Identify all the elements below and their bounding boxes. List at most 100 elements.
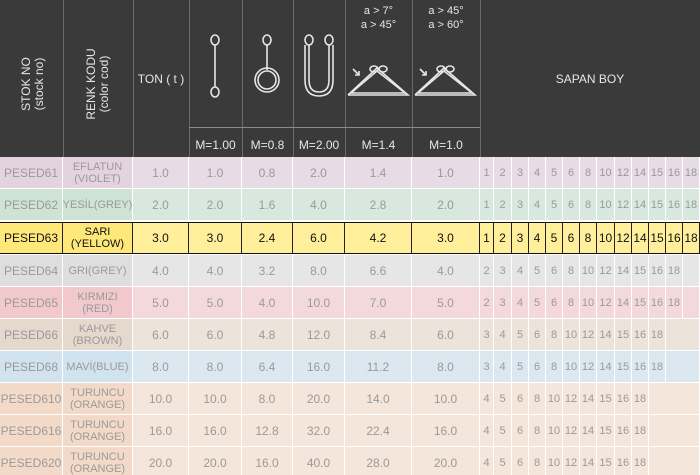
length-cell: 2 <box>494 222 512 254</box>
length-cell: 2 <box>480 287 494 319</box>
length-cell: 4 <box>529 157 546 189</box>
length-cell: 5 <box>512 351 529 383</box>
capacity-cell: 8.0 <box>412 351 480 383</box>
length-filler <box>649 415 700 447</box>
length-cell: 10 <box>546 447 563 475</box>
length-cell: 18 <box>649 319 666 351</box>
m-value-header: M=1.00 <box>195 138 236 152</box>
stock-no-header: STOK NO (stock no) <box>19 57 46 111</box>
length-cell: 10 <box>580 287 597 319</box>
length-cell: 16 <box>632 319 649 351</box>
length-cell: 18 <box>666 287 683 319</box>
capacity-cell: 8.4 <box>345 319 412 351</box>
capacity-cell: 22.4 <box>345 415 412 447</box>
color-name-en: (VIOLET) <box>74 172 121 185</box>
length-cell: 18 <box>649 351 666 383</box>
capacity-cell: 12.8 <box>242 415 293 447</box>
length-cell: 14 <box>580 415 597 447</box>
length-filler <box>683 255 700 287</box>
length-cell: 14 <box>615 255 632 287</box>
capacity-cell: 14.0 <box>345 383 412 415</box>
ton-cell: 8.0 <box>133 351 189 383</box>
length-cell: 6 <box>529 319 546 351</box>
length-cell: 16 <box>615 447 632 475</box>
color-name-en: (YELLOW) <box>70 237 125 250</box>
color-code-cell: KAHVE (BROWN) <box>63 319 133 351</box>
length-cell: 16 <box>666 222 683 254</box>
table-row: PESED66 KAHVE (BROWN) 6.0 6.0 4.8 12.0 8.4 6.0 3 4… <box>0 319 700 351</box>
capacity-cell: 4.8 <box>242 319 293 351</box>
length-cell: 3 <box>480 351 494 383</box>
length-cell: 14 <box>615 287 632 319</box>
length-cell: 16 <box>666 157 683 189</box>
m-value-header: M=1.0 <box>429 138 463 152</box>
capacity-cell: 2.0 <box>293 157 345 189</box>
length-cell: 5 <box>494 447 512 475</box>
capacity-cell: 1.0 <box>412 157 480 189</box>
length-cell: 16 <box>615 415 632 447</box>
capacity-cell: 2.8 <box>345 189 412 221</box>
capacity-cell: 4.0 <box>412 255 480 287</box>
length-cell: 12 <box>615 222 632 254</box>
length-cell: 8 <box>580 189 597 221</box>
table-row: PESED63 SARI (YELLOW) 3.0 3.0 2.4 6.0 4.2 3.0 1 2 3… <box>0 222 700 254</box>
color-name-en: (ORANGE) <box>70 398 125 411</box>
length-cell: 5 <box>546 189 563 221</box>
length-cell: 4 <box>512 287 529 319</box>
length-cell: 8 <box>580 157 597 189</box>
color-name: TURUNCU <box>70 450 125 463</box>
length-cell: 2 <box>494 189 512 221</box>
capacity-cell: 3.2 <box>242 255 293 287</box>
capacity-cell: 16.0 <box>412 415 480 447</box>
ton-cell: 5.0 <box>133 287 189 319</box>
stock-no-cell: PESED610 <box>0 383 63 415</box>
table-row: PESED620 TURUNCU (ORANGE) 20.0 20.0 16.0 40.0 2… <box>0 447 700 475</box>
length-cell: 5 <box>512 319 529 351</box>
length-cell: 18 <box>632 415 649 447</box>
stock-no-cell: PESED61 <box>0 157 63 189</box>
length-cell: 3 <box>494 287 512 319</box>
capacity-cell: 1.4 <box>345 157 412 189</box>
length-filler <box>649 383 700 415</box>
capacity-cell: 4.2 <box>345 222 412 254</box>
stock-no-cell: PESED62 <box>0 189 63 221</box>
table-row: PESED68 MAVİ(BLUE) 8.0 8.0 6.4 16.0 11.2 8.0 3 4 5… <box>0 351 700 383</box>
length-filler <box>666 351 700 383</box>
ton-cell: 4.0 <box>133 255 189 287</box>
ton-cell: 6.0 <box>133 319 189 351</box>
stock-no-cell: PESED620 <box>0 447 63 475</box>
length-cell: 8 <box>563 255 580 287</box>
length-cell: 6 <box>563 222 580 254</box>
length-cell: 14 <box>632 157 649 189</box>
length-cell: 3 <box>512 222 529 254</box>
length-cell: 14 <box>580 447 597 475</box>
length-cell: 6 <box>512 383 529 415</box>
capacity-cell: 6.0 <box>293 222 345 254</box>
length-cell: 12 <box>615 189 632 221</box>
capacity-cell: 40.0 <box>293 447 345 475</box>
length-cell: 1 <box>480 189 494 221</box>
capacity-cell: 10.0 <box>293 287 345 319</box>
color-code-cell: EFLATUN (VIOLET) <box>63 157 133 189</box>
length-cell: 3 <box>512 189 529 221</box>
length-cell: 5 <box>546 222 563 254</box>
color-name-en: (BROWN) <box>72 334 123 347</box>
length-cell: 1 <box>480 157 494 189</box>
length-cell: 8 <box>546 319 563 351</box>
table-row: PESED616 TURUNCU (ORANGE) 16.0 16.0 12.8 32.0 2… <box>0 415 700 447</box>
length-cell: 2 <box>480 255 494 287</box>
capacity-cell: 1.6 <box>242 189 293 221</box>
length-cell: 15 <box>597 447 615 475</box>
length-cell: 4 <box>494 351 512 383</box>
length-cell: 4 <box>529 222 546 254</box>
color-name: TURUNCU <box>70 418 125 431</box>
length-cell: 4 <box>480 383 494 415</box>
angle-label-b: a > 45° a > 60° <box>428 5 464 31</box>
color-name: MAVİ(BLUE) <box>66 360 129 373</box>
length-cell: 16 <box>666 189 683 221</box>
length-cell: 16 <box>615 383 632 415</box>
capacity-cell: 8.0 <box>293 255 345 287</box>
ton-cell: 16.0 <box>133 415 189 447</box>
basket-sling-icon <box>304 34 334 97</box>
length-cell: 5 <box>546 157 563 189</box>
